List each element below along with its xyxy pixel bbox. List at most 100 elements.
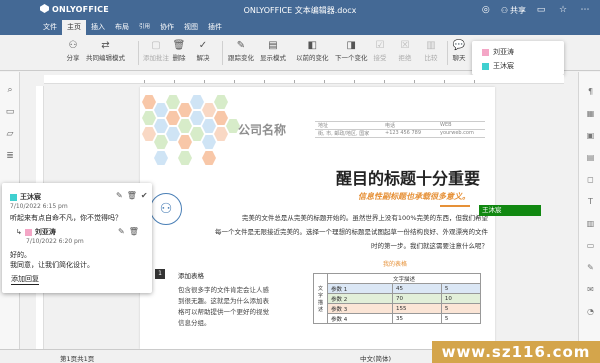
- accept-icon: ☑: [375, 39, 385, 51]
- add-comment-button[interactable]: ▢ 添加批注: [143, 38, 169, 63]
- decor-hexagon: [202, 119, 216, 133]
- table-cell: 5: [440, 283, 482, 294]
- resolve-check-icon[interactable]: ✔: [141, 191, 148, 200]
- mail-merge-icon[interactable]: ✉: [585, 284, 596, 295]
- header-col-address: 地址: [318, 123, 329, 129]
- chat-sidebar-icon[interactable]: ▱: [4, 128, 16, 140]
- table-cell: 5: [440, 303, 482, 314]
- form-settings-icon[interactable]: ▭: [585, 240, 596, 251]
- reply-arrow-icon: ↳: [16, 228, 22, 236]
- display-mode-button[interactable]: ▤ 显示模式: [260, 38, 286, 63]
- decor-hexagon: [190, 111, 204, 125]
- search-icon[interactable]: ⌕: [4, 84, 16, 96]
- co-edit-icon: ⇄: [101, 39, 110, 51]
- right-sidebar: ¶ ▦ ▣ ▤ ◻ T ▥ ▭ ✎ ✉ ◔: [578, 72, 600, 349]
- company-name: 公司名称: [238, 123, 287, 137]
- table-cell: 155: [391, 303, 442, 314]
- co-edit-mode-button[interactable]: ⇄ 共同编辑模式: [86, 38, 125, 63]
- tab-file[interactable]: 文件: [38, 20, 62, 35]
- more-icon[interactable]: ⋯: [578, 3, 592, 17]
- user-item: 王沐宸: [482, 61, 514, 71]
- collaborator-cursor-tag: 王沐宸: [479, 205, 541, 216]
- table-row-header: 文字描述: [313, 273, 328, 324]
- chart-settings-icon[interactable]: ▥: [585, 218, 596, 229]
- chat-button[interactable]: 💬 聊天: [452, 38, 466, 63]
- comment-add-icon: ▢: [151, 39, 161, 51]
- display-mode-label: 显示模式: [260, 54, 286, 62]
- table-row: 参数 4 35 5: [313, 313, 482, 324]
- reply-date: 7/10/2022 6:20 pm: [26, 238, 84, 245]
- body-text-line: 时的第一步。我们就这需要注意什么呢？: [371, 242, 488, 250]
- reject-button[interactable]: ☒ 拒绝: [398, 38, 412, 63]
- tab-home[interactable]: 主页: [62, 20, 86, 35]
- next-change-label: 下一个变化: [335, 54, 368, 62]
- ruler-tick: [324, 80, 325, 83]
- resolve-button[interactable]: ✓ 解决: [196, 38, 210, 63]
- chat-icon: 💬: [452, 39, 466, 51]
- header-rule: [315, 121, 485, 122]
- table-settings-icon[interactable]: ▦: [585, 108, 596, 119]
- plugin-settings-icon[interactable]: ◔: [585, 306, 596, 317]
- track-changes-button[interactable]: ✎ 跟踪变化: [228, 38, 254, 63]
- open-location-icon[interactable]: ▭: [534, 3, 548, 17]
- item-heading: 添加表格: [178, 272, 204, 280]
- edit-icon[interactable]: ✎: [118, 227, 125, 236]
- item-paragraph-line: 到很无趣。这就是为什么添加表: [178, 297, 269, 305]
- navigation-icon[interactable]: ≣: [4, 150, 16, 162]
- title-bar: ONLYOFFICE ONLYOFFICE 文本编辑器.docx ◎ ⚇ 共享 ▭…: [0, 0, 600, 20]
- ruler-tick: [384, 80, 385, 83]
- share-icon: ⚇: [68, 39, 78, 51]
- shape-settings-icon[interactable]: ◻: [585, 174, 596, 185]
- header-footer-icon[interactable]: ▤: [585, 152, 596, 163]
- share-tool-button[interactable]: ⚇ 分享: [66, 38, 80, 63]
- ruler-tick: [234, 80, 235, 83]
- accept-button[interactable]: ☑ 接受: [373, 38, 387, 63]
- favorite-star-icon[interactable]: ☆: [556, 3, 570, 17]
- header-rule: [315, 137, 485, 138]
- user-name: 刘亚涛: [493, 48, 514, 56]
- edit-icon[interactable]: ✎: [116, 191, 123, 200]
- table-cell: 70: [391, 293, 442, 304]
- delete-button[interactable]: 🗑 删除: [172, 38, 186, 63]
- section-link[interactable]: 我的表格: [383, 259, 407, 268]
- tab-references[interactable]: 引用: [134, 20, 155, 35]
- trash-icon[interactable]: 🗑: [129, 227, 139, 236]
- data-table[interactable]: 文字描述 文字描述 参数 1 45 5 参数 2 70 10 参数 3 155 …: [313, 273, 482, 324]
- paragraph-settings-icon[interactable]: ¶: [585, 86, 596, 97]
- tab-plugins[interactable]: 插件: [203, 20, 227, 35]
- compare-button[interactable]: ▥ 比较: [424, 38, 438, 63]
- ruler-tick: [444, 80, 445, 83]
- trash-icon[interactable]: 🗑: [127, 191, 137, 200]
- image-settings-icon[interactable]: ▣: [585, 130, 596, 141]
- table-row: 参数 1 45 5: [313, 283, 482, 294]
- decor-hexagon: [178, 119, 192, 133]
- next-change-button[interactable]: ◨ 下一个变化: [335, 38, 368, 63]
- decor-hexagon: [190, 95, 204, 109]
- horizontal-ruler[interactable]: [44, 75, 564, 84]
- language-selector[interactable]: 中文(简体): [360, 353, 391, 363]
- tab-layout[interactable]: 布局: [110, 20, 134, 35]
- ruler-tick: [264, 80, 265, 83]
- decor-hexagon: [178, 103, 192, 117]
- previous-change-button[interactable]: ◧ 以前的变化: [296, 38, 329, 63]
- share-button[interactable]: ⚇ 共享: [501, 5, 526, 16]
- decor-hexagon: [154, 151, 168, 165]
- item-paragraph-line: 格可以帮助提供一个更好的视觉: [178, 308, 269, 316]
- tab-insert[interactable]: 插入: [86, 20, 110, 35]
- document-page[interactable]: 公司名称 地址 电话 WEB 街, 市, 邮政/地区, 国家 +123 456 …: [140, 87, 495, 349]
- header-value-address: 街, 市, 邮政/地区, 国家: [318, 131, 370, 137]
- textart-settings-icon[interactable]: T: [585, 196, 596, 207]
- ruler-tick: [414, 80, 415, 83]
- add-reply-link[interactable]: 添加回复: [11, 274, 39, 285]
- reply-author-name: 刘亚涛: [34, 228, 56, 236]
- body-text-line: 每一个文件是无限接近完美的。选择一个理想的标题是试图起草一份结构良好、外观漂亮的…: [215, 228, 488, 236]
- menu-bar: 文件 主页 插入 布局 引用 协作 视图 插件: [0, 20, 600, 35]
- tab-view[interactable]: 视图: [179, 20, 203, 35]
- decor-hexagon: [142, 95, 156, 109]
- comments-icon[interactable]: ▭: [4, 106, 16, 118]
- tab-collaboration[interactable]: 协作: [155, 20, 179, 35]
- signature-settings-icon[interactable]: ✎: [585, 262, 596, 273]
- users-icon[interactable]: ◎: [479, 3, 493, 17]
- document-subtitle: 信息性副标题也承载很多意义。: [358, 192, 470, 201]
- check-icon: ✓: [198, 39, 208, 51]
